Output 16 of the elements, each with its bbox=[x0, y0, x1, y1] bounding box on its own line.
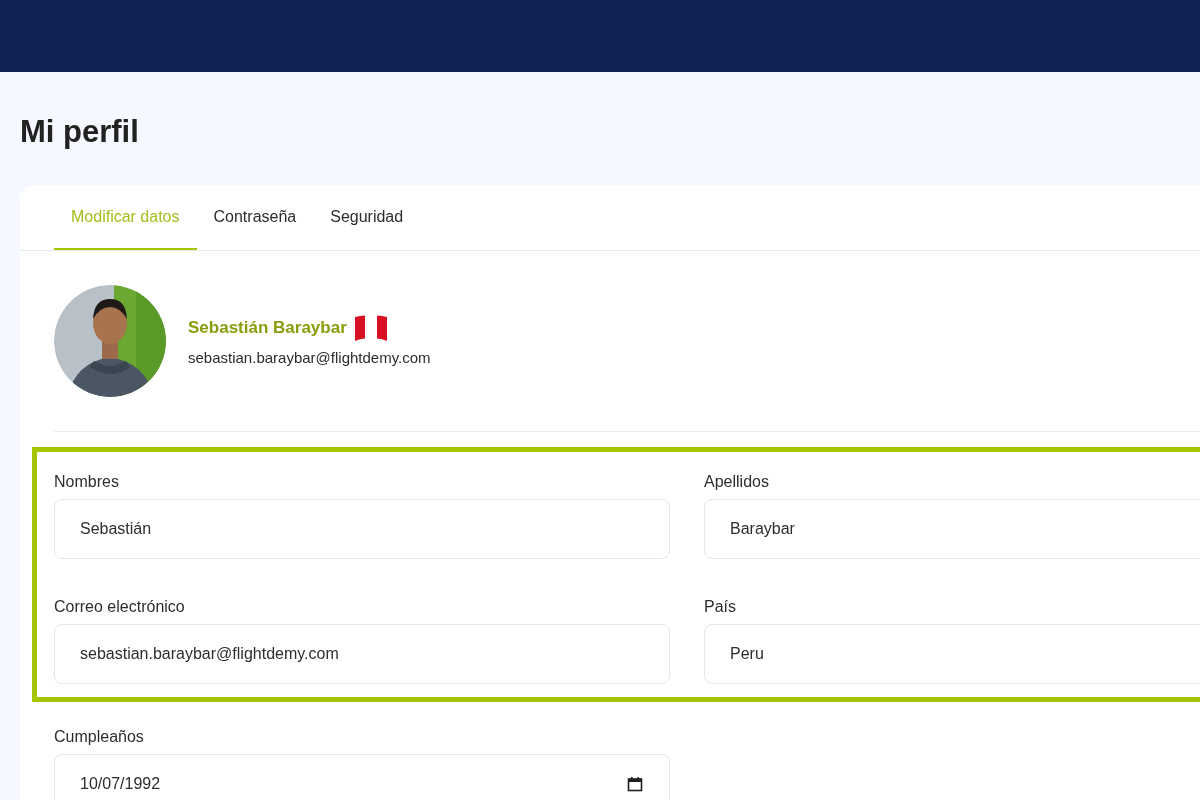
page-title: Mi perfil bbox=[20, 114, 140, 150]
field-label: País bbox=[704, 597, 737, 617]
tab[interactable]: Seguridad bbox=[313, 185, 421, 250]
field-label: Apellidos bbox=[704, 472, 770, 492]
profile-name: Sebastián Baraybar bbox=[188, 317, 347, 339]
field-label: Nombres bbox=[54, 472, 120, 492]
profile-email: sebastian.baraybar@flightdemy.com bbox=[188, 347, 431, 368]
tab[interactable]: Contraseña bbox=[196, 185, 314, 250]
calendar-icon bbox=[627, 776, 643, 792]
text-field[interactable]: Peru bbox=[704, 624, 1200, 684]
text-field[interactable]: sebastian.baraybar@flightdemy.com bbox=[54, 624, 670, 684]
text-field[interactable]: Baraybar bbox=[704, 499, 1200, 559]
field-label: Correo electrónico bbox=[54, 597, 186, 617]
field-label: Cumpleaños bbox=[54, 727, 145, 747]
text-field[interactable]: Sebastián bbox=[54, 499, 670, 559]
date-field[interactable]: 10/07/1992 bbox=[54, 754, 670, 800]
